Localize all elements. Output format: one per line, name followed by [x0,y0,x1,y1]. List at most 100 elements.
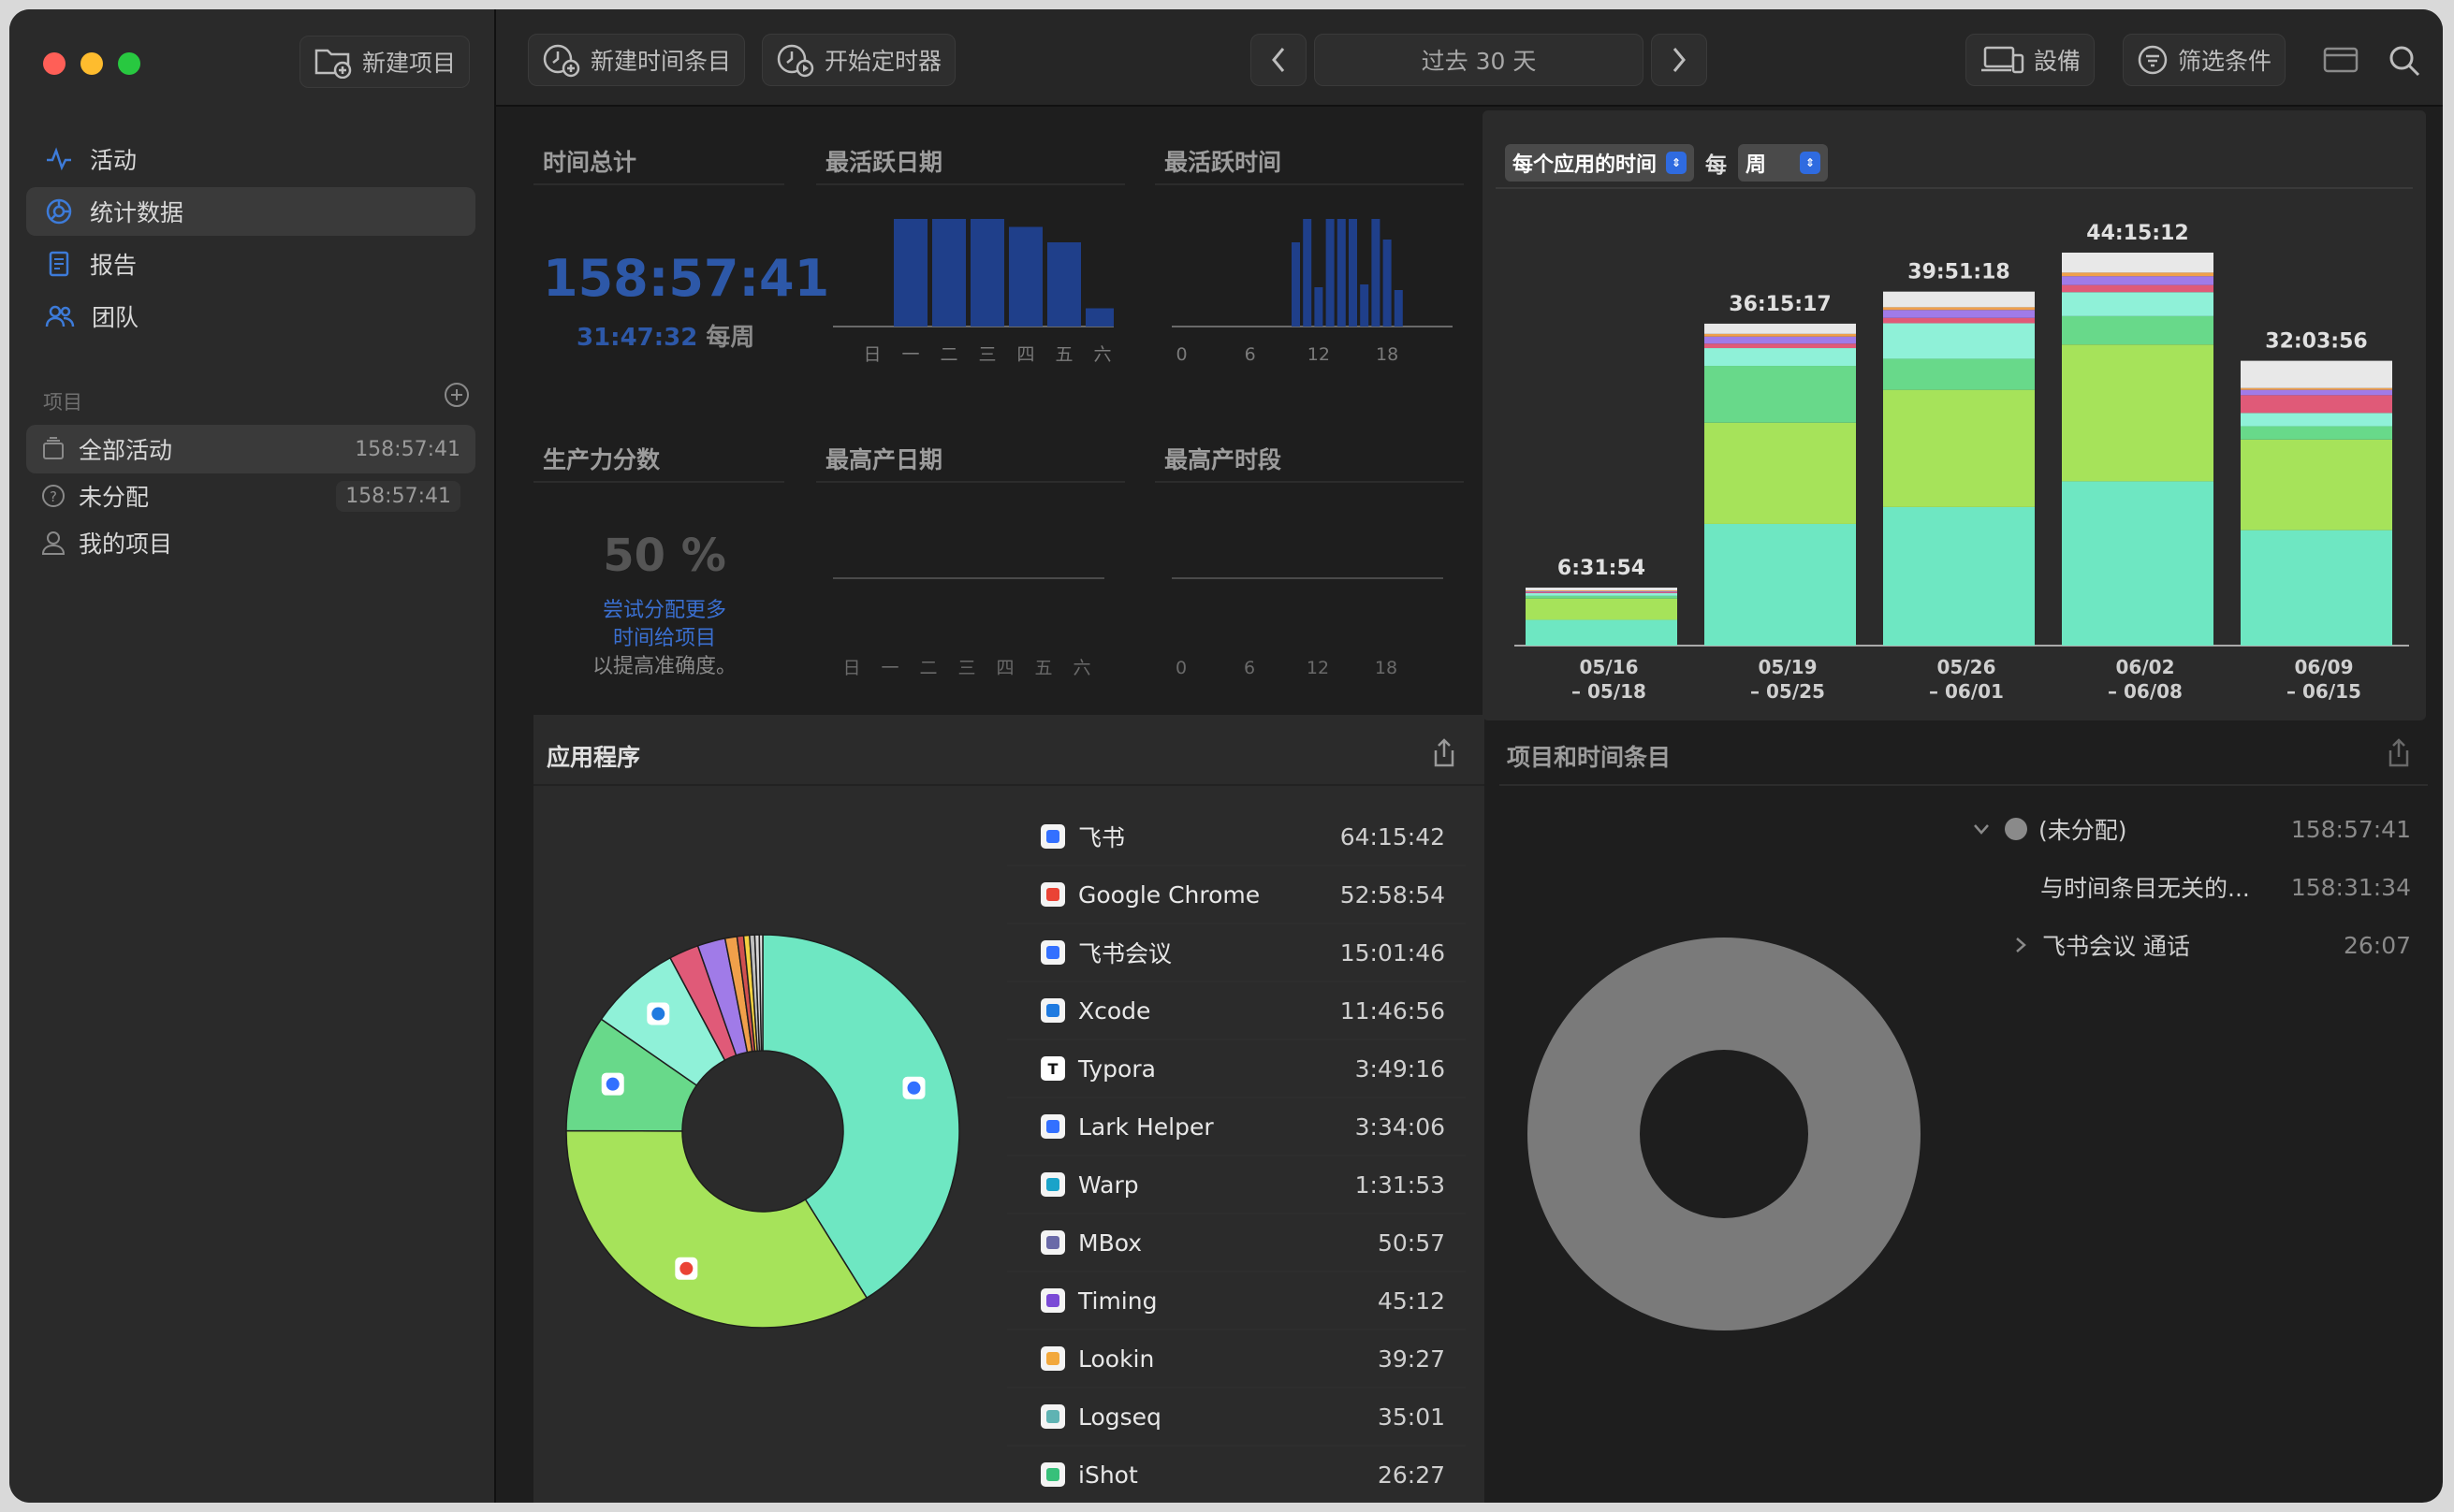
weekday-tick: 二 [919,658,937,678]
app-name: Logseq [1078,1403,1161,1431]
app-row[interactable]: Timing 45:12 [1007,1272,1466,1330]
app-row[interactable]: T Typora 3:49:16 [1007,1040,1466,1098]
week-tick-label: – 06/01 [1929,680,2004,703]
sidebar-item-stats[interactable]: 统计数据 [26,187,475,236]
total-time-title: 时间总计 [543,149,637,176]
sidebar-project-mine[interactable]: 我的项目 [26,518,475,567]
per-week-number: 31:47:32 [577,324,698,352]
minimize-window-button[interactable] [80,52,103,75]
most-active-day-title: 最活跃日期 [825,149,943,176]
feishu-icon [1041,824,1065,849]
devices-button[interactable]: 設備 [1965,34,2096,86]
metric-selector[interactable]: 每个应用的时间 ⇕ [1505,144,1695,182]
week-tick-label: 05/26 [1937,656,1996,678]
week-tick-label: – 06/08 [2108,680,2183,703]
sidebar-project-unassigned[interactable]: ? 未分配 158:57:41 [26,472,475,520]
week-tick-label: 06/02 [2116,656,2175,678]
project-row-meeting[interactable]: 飞书会议 通话 26:07 [2010,928,2411,962]
sidebar-item-activity[interactable]: 活动 [26,135,475,183]
apps-panel-title: 应用程序 [547,744,641,771]
new-project-button[interactable]: 新建项目 [299,36,471,88]
close-window-button[interactable] [43,52,66,75]
app-row[interactable]: 飞书会议 15:01:46 [1007,924,1466,982]
panel-icon [2323,47,2359,73]
app-row[interactable]: 飞书 64:15:42 [1007,808,1466,866]
sidebar-item-reports[interactable]: 报告 [26,240,475,288]
hour-tick: 12 [1307,658,1329,678]
stacked-bar-segment [1704,366,1856,423]
app-time: 50:57 [1377,1228,1445,1257]
stacked-bar-segment [2062,292,2213,316]
weekly-stacked-chart: 6:31:54 05/16– 05/18 36:15:17 05/19– 05/25 3… [1514,222,2409,703]
share-icon[interactable] [1430,737,1458,769]
app-name: Typora [1078,1054,1156,1083]
hour-bar [1325,219,1335,327]
weekday-tick: 六 [1073,658,1090,678]
next-range-button[interactable] [1651,34,1707,86]
sidebar-item-label: 报告 [90,252,138,279]
stacked-bar-segment [2241,360,2392,388]
project-count: 158:57:41 [355,437,460,461]
apps-panel: 应用程序 飞书 64:15:42 Google Chrome 52:58:54 飞书会议… [533,715,1484,1503]
project-row-untracked[interactable]: 与时间条目无关的... 158:31:34 [2040,870,2411,904]
stacked-bar-segment [1883,389,2035,507]
hour-tick: 18 [1375,658,1397,678]
pulse-icon [47,147,71,171]
weekday-tick: 一 [881,658,898,678]
app-time: 3:49:16 [1354,1054,1445,1083]
week-tick-label: – 05/18 [1571,680,1646,703]
clock-add-icon [543,44,580,78]
app-row[interactable]: iShot 26:27 [1007,1447,1466,1503]
hour-tick: 12 [1307,344,1330,365]
share-icon[interactable] [2385,737,2413,769]
toggle-sidebar-button[interactable] [2312,34,2370,86]
app-row[interactable]: Xcode 11:46:56 [1007,982,1466,1040]
stacked-bar-segment [2241,413,2392,427]
app-row[interactable]: Lark Helper 3:34:06 [1007,1098,1466,1156]
hour-bar [1303,219,1312,327]
logseq-icon [1041,1404,1065,1429]
previous-range-button[interactable] [1250,34,1307,86]
filters-button[interactable]: 筛选条件 [2123,34,2286,86]
project-row-label: 飞书会议 通话 [2042,933,2190,960]
app-row[interactable]: Logseq 35:01 [1007,1388,1466,1447]
start-timer-button[interactable]: 开始定时器 [762,34,957,86]
week-tick-label: – 05/25 [1750,680,1825,703]
period-selector[interactable]: 周 ⇕ [1738,144,1829,182]
sidebar-item-team[interactable]: 团队 [26,292,475,341]
timing-icon [1041,1288,1065,1313]
app-row[interactable]: MBox 50:57 [1007,1214,1466,1272]
report-icon [49,251,69,277]
date-range-selector[interactable]: 过去 30 天 [1314,34,1643,86]
stacked-bar-segment [1883,358,2035,390]
productivity-hint-line[interactable]: 时间给项目 [533,625,796,653]
stacked-bar-segment [1526,598,1677,620]
lookin-icon [1041,1346,1065,1371]
chevron-right-icon[interactable] [2010,935,2031,955]
hour-bar [1337,219,1346,327]
app-row[interactable]: Lookin 39:27 [1007,1330,1466,1388]
app-row[interactable]: Google Chrome 52:58:54 [1007,866,1466,924]
project-label: 未分配 [79,484,150,511]
zoom-window-button[interactable] [118,52,140,75]
sidebar-project-all[interactable]: 全部活动 158:57:41 [26,425,475,473]
app-name: Lark Helper [1078,1112,1214,1141]
add-project-icon[interactable] [442,380,472,410]
apps-pie-chart [565,934,960,1329]
team-icon [45,305,75,327]
stacked-bar-segment [1704,422,1856,524]
productivity-title: 生产力分数 [543,446,661,473]
stacked-bar-segment [1883,506,2035,646]
new-time-entry-button[interactable]: 新建时间条目 [528,34,746,86]
search-icon[interactable] [2387,43,2422,79]
sidebar: 新建项目 活动 统计数据 报告 团队 项目 全部活动 158:57:41 ? 未… [9,9,496,1503]
most-productive-day-chart: 日 一 二三 四五 六 [833,577,1104,678]
chevron-down-icon[interactable] [1971,819,1992,839]
project-row-unassigned[interactable]: (未分配) 158:57:41 [1971,812,2411,846]
app-row[interactable]: Warp 1:31:53 [1007,1156,1466,1214]
productivity-hint-line[interactable]: 尝试分配更多 [533,597,796,625]
hour-tick: 0 [1176,344,1187,365]
app-time: 45:12 [1377,1287,1445,1315]
svg-text:?: ? [50,488,57,505]
weekday-bar [932,219,966,327]
